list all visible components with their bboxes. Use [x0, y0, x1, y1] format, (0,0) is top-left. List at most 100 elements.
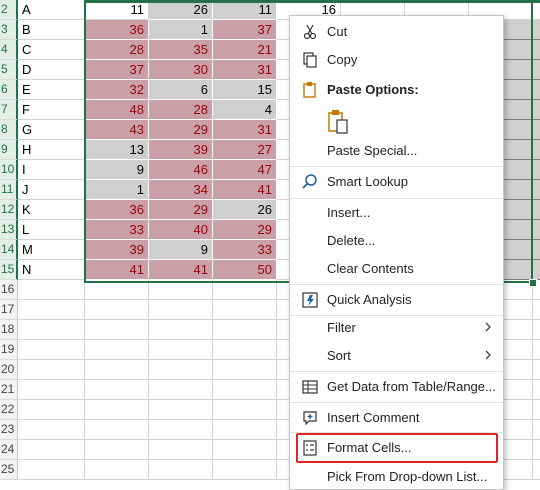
menu-item-copy[interactable]: Copy	[290, 47, 503, 73]
cell[interactable]	[533, 300, 540, 320]
cell[interactable]	[18, 440, 85, 460]
cell[interactable]	[149, 320, 213, 340]
menu-item-delete[interactable]: Delete...	[290, 228, 503, 254]
cell[interactable]: 31	[213, 120, 277, 140]
cell[interactable]: 34	[149, 180, 213, 200]
cell[interactable]: 9	[85, 160, 149, 180]
cell[interactable]	[18, 360, 85, 380]
cell[interactable]: M	[18, 240, 85, 260]
cell[interactable]: G	[18, 120, 85, 140]
cell[interactable]: 41	[213, 180, 277, 200]
cell[interactable]: 26	[149, 0, 213, 20]
cell[interactable]: D	[18, 60, 85, 80]
cell[interactable]: A	[18, 0, 85, 20]
cell[interactable]	[149, 400, 213, 420]
cell[interactable]: I	[18, 160, 85, 180]
row-header[interactable]: 15	[0, 260, 18, 280]
cell[interactable]	[533, 100, 540, 120]
cell[interactable]	[533, 420, 540, 440]
row-header[interactable]: 17	[0, 300, 18, 320]
cell[interactable]	[18, 460, 85, 480]
cell[interactable]	[533, 180, 540, 200]
cell[interactable]: 40	[149, 220, 213, 240]
menu-item-paste-special[interactable]: Paste Special...	[290, 138, 503, 164]
cell[interactable]	[18, 340, 85, 360]
cell[interactable]	[213, 300, 277, 320]
cell[interactable]: 36	[85, 20, 149, 40]
cell[interactable]	[85, 440, 149, 460]
cell[interactable]: 41	[149, 260, 213, 280]
cell[interactable]	[149, 440, 213, 460]
cell[interactable]: 36	[85, 200, 149, 220]
cell[interactable]	[533, 200, 540, 220]
cell[interactable]: 47	[213, 160, 277, 180]
cell[interactable]: 29	[149, 120, 213, 140]
row-header[interactable]: 4	[0, 40, 18, 60]
cell[interactable]	[149, 460, 213, 480]
cell[interactable]	[85, 280, 149, 300]
row-header[interactable]: 11	[0, 180, 18, 200]
cell[interactable]	[533, 460, 540, 480]
cell[interactable]: 26	[213, 200, 277, 220]
cell[interactable]: 39	[85, 240, 149, 260]
row-header[interactable]: 13	[0, 220, 18, 240]
cell[interactable]: B	[18, 20, 85, 40]
row-header[interactable]: 8	[0, 120, 18, 140]
row-header[interactable]: 5	[0, 60, 18, 80]
cell[interactable]	[149, 280, 213, 300]
cell[interactable]	[213, 400, 277, 420]
cell[interactable]	[533, 60, 540, 80]
cell[interactable]	[533, 260, 540, 280]
row-header[interactable]: 22	[0, 400, 18, 420]
cell[interactable]: 27	[213, 140, 277, 160]
row-header[interactable]: 20	[0, 360, 18, 380]
cell[interactable]: 33	[85, 220, 149, 240]
cell[interactable]	[533, 380, 540, 400]
row-header[interactable]: 10	[0, 160, 18, 180]
cell[interactable]	[85, 300, 149, 320]
cell[interactable]	[533, 20, 540, 40]
cell[interactable]	[533, 360, 540, 380]
cell[interactable]	[213, 280, 277, 300]
cell[interactable]: 4	[213, 100, 277, 120]
row-header[interactable]: 25	[0, 460, 18, 480]
cell[interactable]	[85, 340, 149, 360]
cell[interactable]: J	[18, 180, 85, 200]
cell[interactable]	[149, 380, 213, 400]
cell[interactable]: 1	[85, 180, 149, 200]
cell[interactable]	[533, 80, 540, 100]
cell[interactable]	[85, 320, 149, 340]
cell[interactable]: 29	[149, 200, 213, 220]
cell[interactable]	[533, 240, 540, 260]
menu-item-filter[interactable]: Filter	[290, 315, 503, 341]
cell[interactable]	[18, 420, 85, 440]
cell[interactable]: 28	[85, 40, 149, 60]
row-header[interactable]: 19	[0, 340, 18, 360]
cell[interactable]	[533, 140, 540, 160]
cell[interactable]	[533, 440, 540, 460]
cell[interactable]	[533, 220, 540, 240]
row-header[interactable]: 6	[0, 80, 18, 100]
row-header[interactable]: 2	[0, 0, 18, 20]
cell[interactable]	[149, 300, 213, 320]
cell[interactable]: 32	[85, 80, 149, 100]
fill-handle[interactable]	[529, 279, 537, 287]
row-header[interactable]: 12	[0, 200, 18, 220]
cell[interactable]	[85, 420, 149, 440]
cell[interactable]	[85, 380, 149, 400]
menu-item-insert[interactable]: Insert...	[290, 200, 503, 226]
cell[interactable]	[85, 360, 149, 380]
cell[interactable]: N	[18, 260, 85, 280]
menu-item-clear-contents[interactable]: Clear Contents	[290, 256, 503, 282]
cell[interactable]	[533, 40, 540, 60]
cell[interactable]: 33	[213, 240, 277, 260]
cell[interactable]	[533, 320, 540, 340]
cell[interactable]	[533, 120, 540, 140]
cell[interactable]: 28	[149, 100, 213, 120]
menu-item-pick-dropdown[interactable]: Pick From Drop-down List...	[290, 464, 503, 490]
row-header[interactable]: 21	[0, 380, 18, 400]
row-header[interactable]: 23	[0, 420, 18, 440]
cell[interactable]: K	[18, 200, 85, 220]
cell[interactable]: 35	[149, 40, 213, 60]
menu-item-cut[interactable]: Cut	[290, 19, 503, 45]
